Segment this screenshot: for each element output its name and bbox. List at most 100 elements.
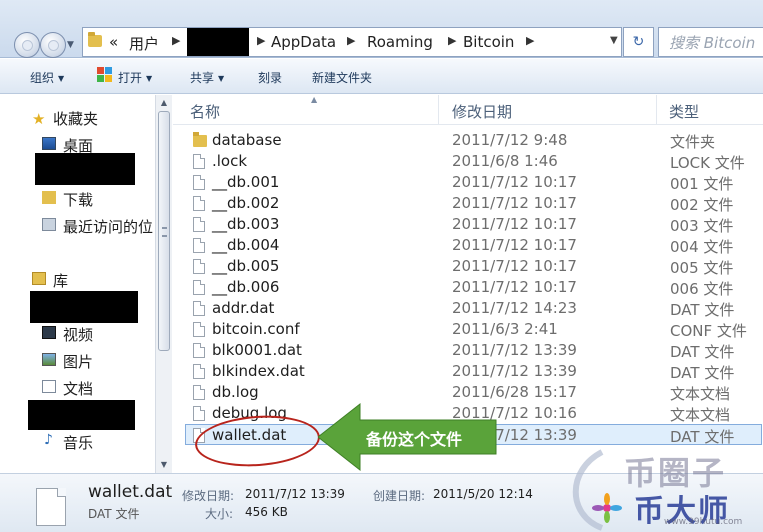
- column-modified[interactable]: 修改日期: [452, 101, 512, 122]
- folder-icon: [193, 132, 207, 147]
- videos-icon: [42, 326, 56, 339]
- file-type: 001 文件: [670, 175, 734, 193]
- search-input[interactable]: 搜索 Bitcoin: [658, 27, 763, 57]
- nav-scrollbar[interactable]: ▲ ▼: [155, 95, 172, 473]
- nav-libraries[interactable]: 库: [53, 270, 68, 291]
- nav-videos[interactable]: 视频: [63, 324, 93, 345]
- file-row[interactable]: __db.006 2011/7/12 10:17 006 文件: [186, 277, 763, 298]
- file-row[interactable]: addr.dat 2011/7/12 14:23 DAT 文件: [186, 298, 763, 319]
- file-row[interactable]: __db.005 2011/7/12 10:17 005 文件: [186, 256, 763, 277]
- music-icon: ♪: [44, 432, 53, 448]
- file-type: 005 文件: [670, 259, 734, 277]
- breadcrumb-separator-icon[interactable]: ▶: [172, 34, 180, 47]
- file-row[interactable]: __db.003 2011/7/12 10:17 003 文件: [186, 214, 763, 235]
- details-created-value: 2011/5/20 12:14: [433, 487, 533, 501]
- scroll-down-icon[interactable]: ▼: [156, 457, 172, 473]
- redacted-nav-item: [35, 153, 135, 185]
- redacted-nav-item: [28, 400, 135, 430]
- chevron-down-icon: ▼: [58, 74, 65, 83]
- nav-pictures[interactable]: 图片: [63, 351, 93, 372]
- new-folder-button[interactable]: 新建文件夹: [312, 69, 372, 86]
- nav-recent[interactable]: 最近访问的位: [63, 216, 153, 237]
- breadcrumb-separator-icon[interactable]: ▶: [347, 34, 355, 47]
- nav-documents[interactable]: 文档: [63, 378, 93, 399]
- file-icon: [193, 364, 205, 379]
- column-divider[interactable]: [438, 95, 439, 125]
- file-icon: [193, 301, 205, 316]
- burn-button[interactable]: 刻录: [258, 69, 282, 86]
- chevron-down-icon: ▼: [146, 74, 153, 83]
- column-name[interactable]: 名称: [190, 101, 220, 122]
- open-menu[interactable]: 打开 ▼: [118, 69, 152, 86]
- breadcrumb-overflow[interactable]: «: [109, 33, 118, 51]
- sort-ascending-icon: ▲: [311, 95, 318, 104]
- file-name: __db.003: [212, 215, 280, 233]
- breadcrumb-separator-icon[interactable]: ▶: [526, 34, 534, 47]
- file-row[interactable]: blk0001.dat 2011/7/12 13:39 DAT 文件: [186, 340, 763, 361]
- forward-button[interactable]: [40, 32, 66, 58]
- back-button[interactable]: [14, 32, 40, 58]
- file-type: DAT 文件: [670, 301, 735, 319]
- breadcrumb-separator-icon[interactable]: ▶: [448, 34, 456, 47]
- file-type: 文件夹: [670, 133, 716, 151]
- file-modified-date: 2011/7/12 9:48: [452, 131, 568, 149]
- file-modified-date: 2011/7/12 14:23: [452, 299, 577, 317]
- file-row[interactable]: database 2011/7/12 9:48 文件夹: [186, 130, 763, 151]
- column-divider[interactable]: [656, 95, 657, 125]
- file-modified-date: 2011/6/3 2:41: [452, 320, 558, 338]
- downloads-icon: [42, 191, 56, 204]
- nav-music[interactable]: 音乐: [63, 432, 93, 453]
- details-modified-value: 2011/7/12 13:39: [245, 487, 345, 501]
- file-icon: [193, 259, 205, 274]
- file-row[interactable]: __db.004 2011/7/12 10:17 004 文件: [186, 235, 763, 256]
- file-modified-date: 2011/7/12 10:17: [452, 236, 577, 254]
- recent-pages-dropdown[interactable]: ▼: [67, 40, 74, 50]
- file-row[interactable]: blkindex.dat 2011/7/12 13:39 DAT 文件: [186, 361, 763, 382]
- file-row[interactable]: bitcoin.conf 2011/6/3 2:41 CONF 文件: [186, 319, 763, 340]
- open-label: 打开: [118, 71, 143, 85]
- file-row[interactable]: __db.002 2011/7/12 10:17 002 文件: [186, 193, 763, 214]
- scroll-up-icon[interactable]: ▲: [156, 95, 172, 111]
- file-name: __db.004: [212, 236, 280, 254]
- file-row[interactable]: .lock 2011/6/8 1:46 LOCK 文件: [186, 151, 763, 172]
- file-row[interactable]: db.log 2011/6/28 15:17 文本文档: [186, 382, 763, 403]
- nav-downloads[interactable]: 下载: [63, 189, 93, 210]
- column-type[interactable]: 类型: [669, 101, 699, 122]
- recent-places-icon: [42, 218, 56, 231]
- organize-label: 组织: [30, 71, 55, 85]
- details-size-value: 456 KB: [245, 505, 288, 519]
- organize-menu[interactable]: 组织 ▼: [30, 69, 64, 86]
- file-modified-date: 2011/7/12 10:17: [452, 173, 577, 191]
- breadcrumb-bitcoin[interactable]: Bitcoin: [463, 33, 514, 51]
- file-icon: [193, 238, 205, 253]
- file-type: CONF 文件: [670, 322, 747, 340]
- breadcrumb-separator-icon[interactable]: ▶: [257, 34, 265, 47]
- file-icon: [193, 322, 205, 337]
- breadcrumb-roaming[interactable]: Roaming: [367, 33, 433, 51]
- command-bar: 组织 ▼ 打开 ▼ 共享 ▼ 刻录 新建文件夹: [0, 59, 763, 94]
- pictures-icon: [42, 353, 56, 366]
- share-label: 共享: [190, 71, 215, 85]
- breadcrumb-users[interactable]: 用户: [129, 33, 159, 54]
- file-preview-icon: [36, 488, 66, 526]
- file-icon: [193, 385, 205, 400]
- file-type: LOCK 文件: [670, 154, 745, 172]
- address-history-dropdown-icon[interactable]: ▼: [610, 35, 618, 46]
- callout-label: 备份这个文件: [366, 430, 463, 449]
- share-menu[interactable]: 共享 ▼: [190, 69, 224, 86]
- file-icon: [193, 217, 205, 232]
- grip-icon: [162, 227, 167, 237]
- details-file-name: wallet.dat: [88, 482, 173, 502]
- file-name: database: [212, 131, 282, 149]
- refresh-button[interactable]: ↻: [623, 27, 654, 57]
- file-icon: [193, 196, 205, 211]
- file-name: addr.dat: [212, 299, 275, 317]
- file-modified-date: 2011/7/12 10:17: [452, 194, 577, 212]
- breadcrumb[interactable]: « 用户 ▶ ▶ AppData ▶ Roaming ▶ Bitcoin ▶: [82, 27, 622, 57]
- scroll-thumb[interactable]: [158, 111, 170, 351]
- open-with-icon: [97, 67, 113, 83]
- nav-favorites[interactable]: 收藏夹: [53, 108, 98, 129]
- breadcrumb-appdata[interactable]: AppData: [271, 33, 336, 51]
- file-name: __db.002: [212, 194, 280, 212]
- file-row[interactable]: __db.001 2011/7/12 10:17 001 文件: [186, 172, 763, 193]
